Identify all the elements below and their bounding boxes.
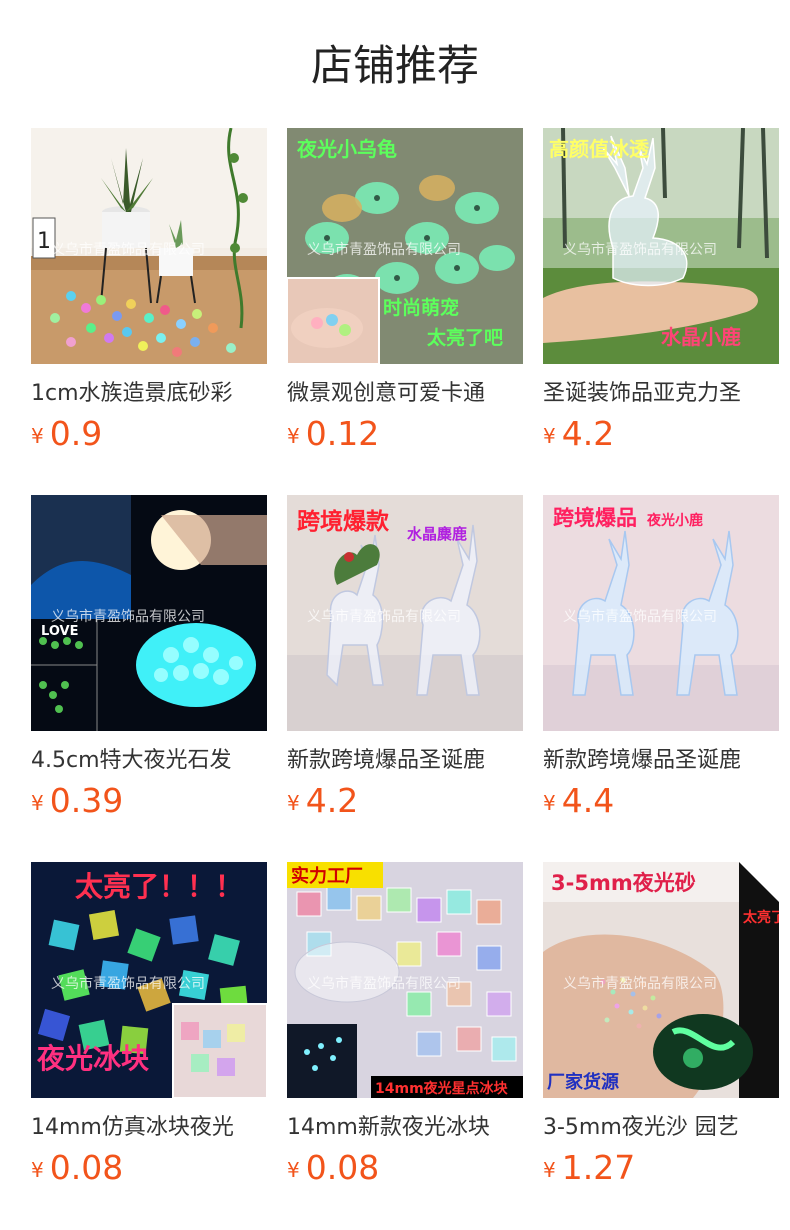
product-price: ¥0.08 xyxy=(31,1148,123,1187)
watermark-text: 义乌市青盈饰品有限公司 xyxy=(51,608,205,625)
product-price: ¥0.08 xyxy=(287,1148,379,1187)
product-name[interactable]: 圣诞装饰品亚克力圣 xyxy=(543,378,779,410)
watermark-text: 义乌市青盈饰品有限公司 xyxy=(307,241,461,258)
currency-symbol: ¥ xyxy=(287,1158,300,1182)
watermark-text: 义乌市青盈饰品有限公司 xyxy=(563,241,717,258)
product-price: ¥0.12 xyxy=(287,414,379,453)
product-grid: 1 义乌市青盈饰品有限公司 1cm水族造景底砂彩 ¥ 0.9 夜光小乌龟 时尚萌… xyxy=(31,128,790,1230)
currency-symbol: ¥ xyxy=(31,424,44,448)
watermark-text: 义乌市青盈饰品有限公司 xyxy=(307,975,461,992)
overlay-text: 夜光小乌龟 xyxy=(296,137,397,161)
product-image[interactable]: 跨境爆品 夜光小鹿 义乌市青盈饰品有限公司 xyxy=(543,495,779,731)
product-name[interactable]: 新款跨境爆品圣诞鹿 xyxy=(287,745,523,777)
watermark-text: 义乌市青盈饰品有限公司 xyxy=(563,975,717,992)
product-image[interactable]: 高颜值冰透 水晶小鹿 义乌市青盈饰品有限公司 xyxy=(543,128,779,364)
overlay-text: 水晶麋鹿 xyxy=(407,525,467,543)
product-name[interactable]: 14mm仿真冰块夜光 xyxy=(31,1112,267,1144)
price-value: 0.39 xyxy=(49,781,124,820)
product-name[interactable]: 新款跨境爆品圣诞鹿 xyxy=(543,745,779,777)
price-value: 0.08 xyxy=(49,1148,124,1187)
currency-symbol: ¥ xyxy=(31,1158,44,1182)
svg-text:1: 1 xyxy=(37,229,51,254)
price-value: 0.9 xyxy=(49,414,103,453)
product-price: ¥4.4 xyxy=(543,781,614,820)
watermark-text: 义乌市青盈饰品有限公司 xyxy=(51,241,205,258)
watermark-text: 义乌市青盈饰品有限公司 xyxy=(563,608,717,625)
product-card[interactable]: 实力工厂 14mm夜光星点冰块 义乌市青盈饰品有限公司 14mm新款夜光冰块 ¥… xyxy=(287,862,523,1202)
page-title: 店铺推荐 xyxy=(310,41,479,90)
overlay-text: LOVE xyxy=(41,624,78,639)
product-name[interactable]: 14mm新款夜光冰块 xyxy=(287,1112,523,1144)
product-card[interactable]: 太亮了！！！ 夜光冰块 义乌市青盈饰品有限公司 14mm仿真冰块夜光 ¥0.08 xyxy=(31,862,267,1202)
product-card[interactable]: 跨境爆品 夜光小鹿 义乌市青盈饰品有限公司 新款跨境爆品圣诞鹿 ¥4.4 xyxy=(543,495,779,835)
price-value: 0.08 xyxy=(305,1148,380,1187)
overlay-text: 太亮了 xyxy=(743,909,779,926)
product-price: ¥4.2 xyxy=(543,414,614,453)
currency-symbol: ¥ xyxy=(543,1158,556,1182)
price-value: 4.2 xyxy=(561,414,615,453)
overlay-text: 跨境爆品 xyxy=(553,506,637,530)
product-image[interactable]: 夜光小乌龟 时尚萌宠 太亮了吧 义乌市青盈饰品有限公司 xyxy=(287,128,523,364)
price-value: 4.2 xyxy=(305,781,359,820)
overlay-text: 厂家货源 xyxy=(547,1071,619,1093)
overlay-text: 3-5mm夜光砂 xyxy=(551,871,696,895)
currency-symbol: ¥ xyxy=(287,791,300,815)
product-image[interactable]: 1 义乌市青盈饰品有限公司 xyxy=(31,128,267,364)
overlay-text: 高颜值冰透 xyxy=(549,137,650,161)
overlay-text: 跨境爆款 xyxy=(297,508,390,535)
overlay-text: 实力工厂 xyxy=(291,865,363,887)
currency-symbol: ¥ xyxy=(543,424,556,448)
product-card[interactable]: 高颜值冰透 水晶小鹿 义乌市青盈饰品有限公司 圣诞装饰品亚克力圣 ¥4.2 xyxy=(543,128,779,468)
currency-symbol: ¥ xyxy=(543,791,556,815)
product-price: ¥0.39 xyxy=(31,781,123,820)
product-name[interactable]: 4.5cm特大夜光石发 xyxy=(31,745,267,777)
product-image[interactable]: 跨境爆款 水晶麋鹿 义乌市青盈饰品有限公司 xyxy=(287,495,523,731)
product-card[interactable]: 夜光小乌龟 时尚萌宠 太亮了吧 义乌市青盈饰品有限公司 微景观创意可爱卡通 ¥0… xyxy=(287,128,523,468)
product-name[interactable]: 3-5mm夜光沙 园艺 xyxy=(543,1112,779,1144)
price-value: 4.4 xyxy=(561,781,615,820)
product-image[interactable]: 实力工厂 14mm夜光星点冰块 义乌市青盈饰品有限公司 xyxy=(287,862,523,1098)
product-price: ¥0.9 xyxy=(31,414,102,453)
price-value: 0.12 xyxy=(305,414,380,453)
overlay-text: 夜光小鹿 xyxy=(646,512,703,529)
product-price: ¥4.2 xyxy=(287,781,358,820)
product-image[interactable]: 3-5mm夜光砂 太亮了 厂家货源 义乌市青盈饰品有限公司 xyxy=(543,862,779,1098)
overlay-text: 夜光冰块 xyxy=(36,1042,149,1075)
watermark-text: 义乌市青盈饰品有限公司 xyxy=(51,975,205,992)
overlay-text: 太亮了！！！ xyxy=(75,870,243,903)
product-name[interactable]: 1cm水族造景底砂彩 xyxy=(31,378,267,410)
product-card[interactable]: 跨境爆款 水晶麋鹿 义乌市青盈饰品有限公司 新款跨境爆品圣诞鹿 ¥4.2 xyxy=(287,495,523,835)
overlay-text: 时尚萌宠 xyxy=(383,296,459,319)
product-price: ¥1.27 xyxy=(543,1148,635,1187)
product-image[interactable]: LOVE 义乌市青盈饰品有限公司 xyxy=(31,495,267,731)
product-card[interactable]: 3-5mm夜光砂 太亮了 厂家货源 义乌市青盈饰品有限公司 3-5mm夜光沙 园… xyxy=(543,862,779,1202)
overlay-text: 太亮了吧 xyxy=(427,326,503,349)
product-card[interactable]: 1 义乌市青盈饰品有限公司 1cm水族造景底砂彩 ¥ 0.9 xyxy=(31,128,267,468)
product-name[interactable]: 微景观创意可爱卡通 xyxy=(287,378,523,410)
overlay-text: 水晶小鹿 xyxy=(661,325,741,349)
currency-symbol: ¥ xyxy=(31,791,44,815)
currency-symbol: ¥ xyxy=(287,424,300,448)
watermark-text: 义乌市青盈饰品有限公司 xyxy=(307,608,461,625)
price-value: 1.27 xyxy=(561,1148,636,1187)
overlay-text: 14mm夜光星点冰块 xyxy=(375,1080,509,1097)
product-card[interactable]: LOVE 义乌市青盈饰品有限公司 4.5cm特大夜光石发 ¥0.39 xyxy=(31,495,267,835)
product-image[interactable]: 太亮了！！！ 夜光冰块 义乌市青盈饰品有限公司 xyxy=(31,862,267,1098)
